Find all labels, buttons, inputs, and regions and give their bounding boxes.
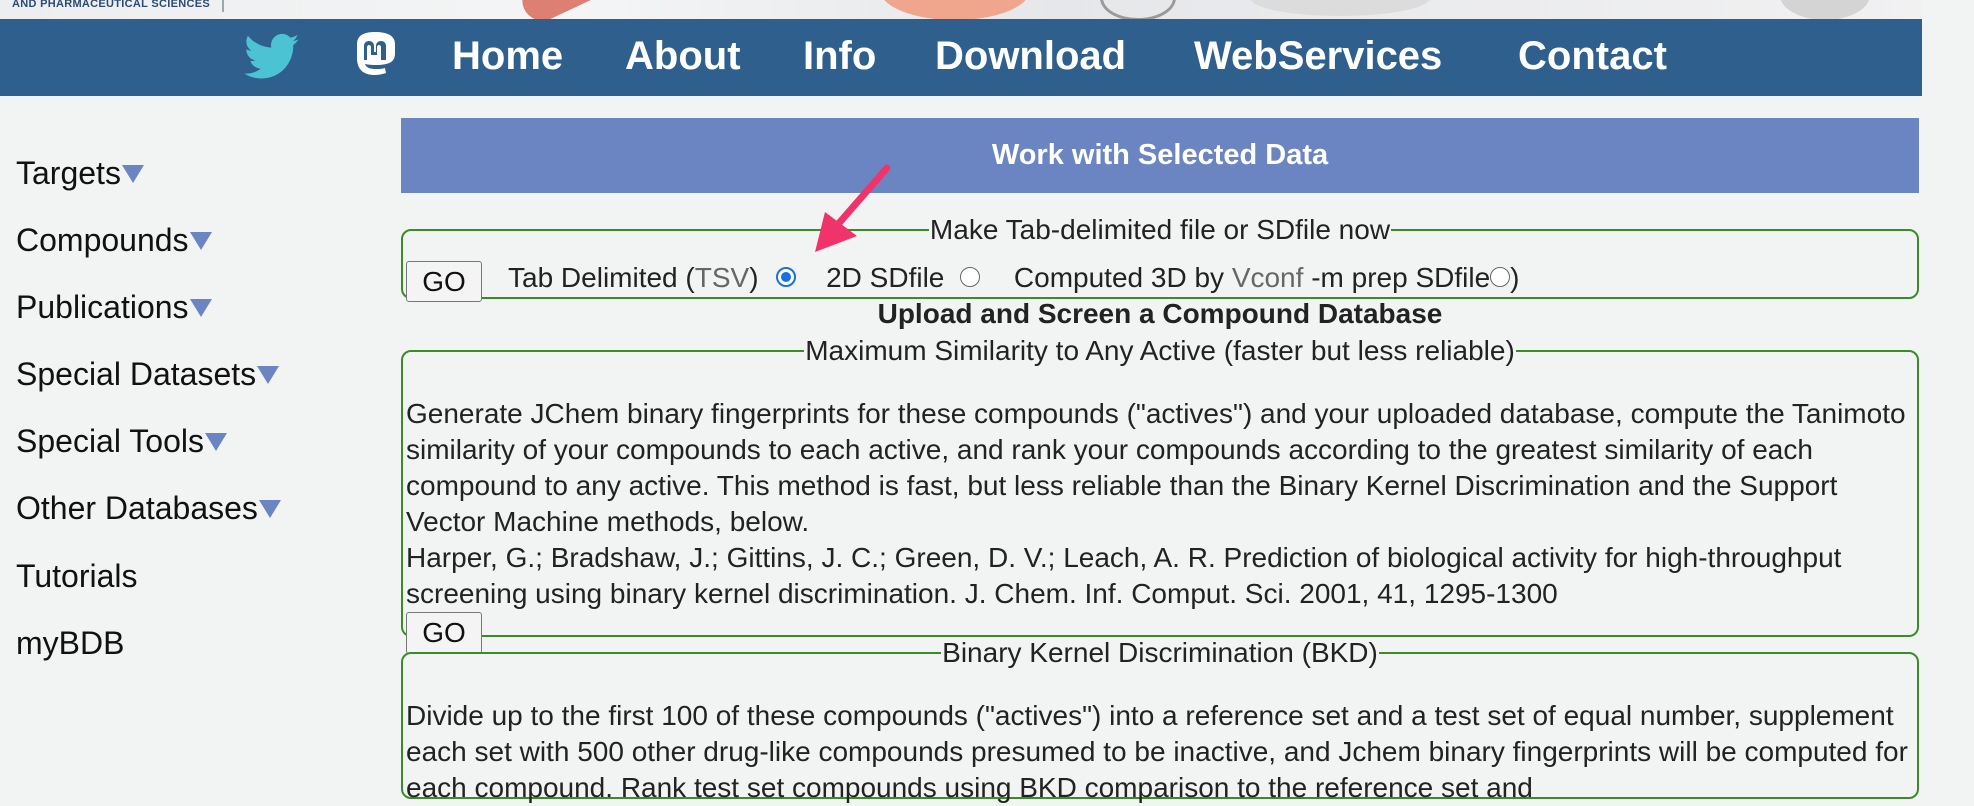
nav-contact[interactable]: Contact: [1518, 36, 1667, 76]
bkd-fieldset: Binary Kernel Discrimination (BKD) Divid…: [401, 637, 1919, 803]
tsv-label: Tab Delimited (TSV): [508, 262, 759, 293]
sidebar-item-label: Publications: [16, 289, 189, 325]
nav-download[interactable]: Download: [935, 36, 1126, 76]
dropdown-triangle-icon: [121, 164, 144, 183]
tsv-radio[interactable]: [776, 266, 797, 287]
dropdown-triangle-icon: [189, 231, 212, 250]
bkd-legend: Binary Kernel Discrimination (BKD): [942, 637, 1378, 668]
max-similarity-fieldset: Maximum Similarity to Any Active (faster…: [401, 335, 1919, 654]
sidebar-item-label: Tutorials: [16, 558, 138, 594]
sidebar-item-label: myBDB: [16, 625, 125, 661]
sidebar-item-special-datasets[interactable]: Special Datasets: [16, 356, 280, 392]
max-similarity-description: Generate JChem binary fingerprints for t…: [406, 398, 1906, 537]
close-paren: ): [1510, 262, 1520, 293]
sidebar-item-special-tools[interactable]: Special Tools: [16, 425, 227, 457]
bkd-description: Divide up to the first 100 of these comp…: [406, 700, 1908, 803]
upload-title: Upload and Screen a Compound Database: [877, 298, 1443, 329]
make-file-go-button[interactable]: GO: [406, 261, 482, 302]
sidebar-item-other-databases[interactable]: Other Databases: [16, 492, 281, 524]
sidebar-item-compounds[interactable]: Compounds: [16, 224, 212, 256]
sdf3d-radio[interactable]: [1490, 266, 1511, 287]
sidebar-item-tutorials[interactable]: Tutorials: [16, 560, 138, 592]
dropdown-triangle-icon: [204, 432, 227, 451]
sidebar-item-label: Compounds: [16, 222, 189, 258]
dropdown-triangle-icon: [189, 298, 212, 317]
sidebar-item-mybdb[interactable]: myBDB: [16, 627, 124, 659]
logo-text: AND PHARMACEUTICAL SCIENCES: [12, 0, 210, 10]
nav-bar: Home About Info Download WebServices Con…: [0, 19, 1922, 96]
banner-graphic: [1100, 0, 1176, 19]
sidebar-item-label: Special Datasets: [16, 356, 257, 392]
top-banner: AND PHARMACEUTICAL SCIENCES: [0, 0, 1922, 19]
max-similarity-legend: Maximum Similarity to Any Active (faster…: [805, 335, 1515, 366]
mastodon-icon[interactable]: [352, 30, 398, 85]
max-similarity-citation: Harper, G.; Bradshaw, J.; Gittins, J. C.…: [406, 542, 1842, 609]
banner-graphic: [515, 0, 615, 19]
nav-about[interactable]: About: [625, 36, 741, 76]
twitter-icon[interactable]: [244, 32, 300, 87]
banner-graphic: [1780, 0, 1870, 19]
banner-graphic: [880, 0, 1030, 19]
sidebar-item-label: Special Tools: [16, 423, 204, 459]
sdf2d-radio[interactable]: [960, 266, 981, 287]
annotation-arrow-icon: [815, 164, 891, 252]
work-header: Work with Selected Data: [401, 118, 1919, 193]
make-file-legend: Make Tab-delimited file or SDfile now: [929, 214, 1391, 245]
sidebar-item-label: Targets: [16, 155, 121, 191]
nav-webservices[interactable]: WebServices: [1194, 36, 1442, 76]
make-file-fieldset: Make Tab-delimited file or SDfile now GO…: [401, 214, 1919, 302]
dropdown-triangle-icon: [257, 365, 280, 384]
sdf2d-label: 2D SDfile: [826, 262, 945, 293]
logo-divider: [222, 0, 224, 12]
nav-home[interactable]: Home: [452, 36, 563, 76]
dropdown-triangle-icon: [258, 499, 281, 518]
sidebar-item-label: Other Databases: [16, 490, 258, 526]
sidebar-item-targets[interactable]: Targets: [16, 157, 144, 189]
format-options: Tab Delimited (TSV) 2D SDfile Computed 3…: [508, 262, 1519, 294]
banner-graphic: [1250, 0, 1430, 16]
work-header-title: Work with Selected Data: [991, 139, 1329, 171]
sdf3d-label: Computed 3D by Vconf -m prep SDfile: [1013, 262, 1491, 293]
sidebar-item-publications[interactable]: Publications: [16, 291, 212, 323]
nav-info[interactable]: Info: [803, 36, 876, 76]
